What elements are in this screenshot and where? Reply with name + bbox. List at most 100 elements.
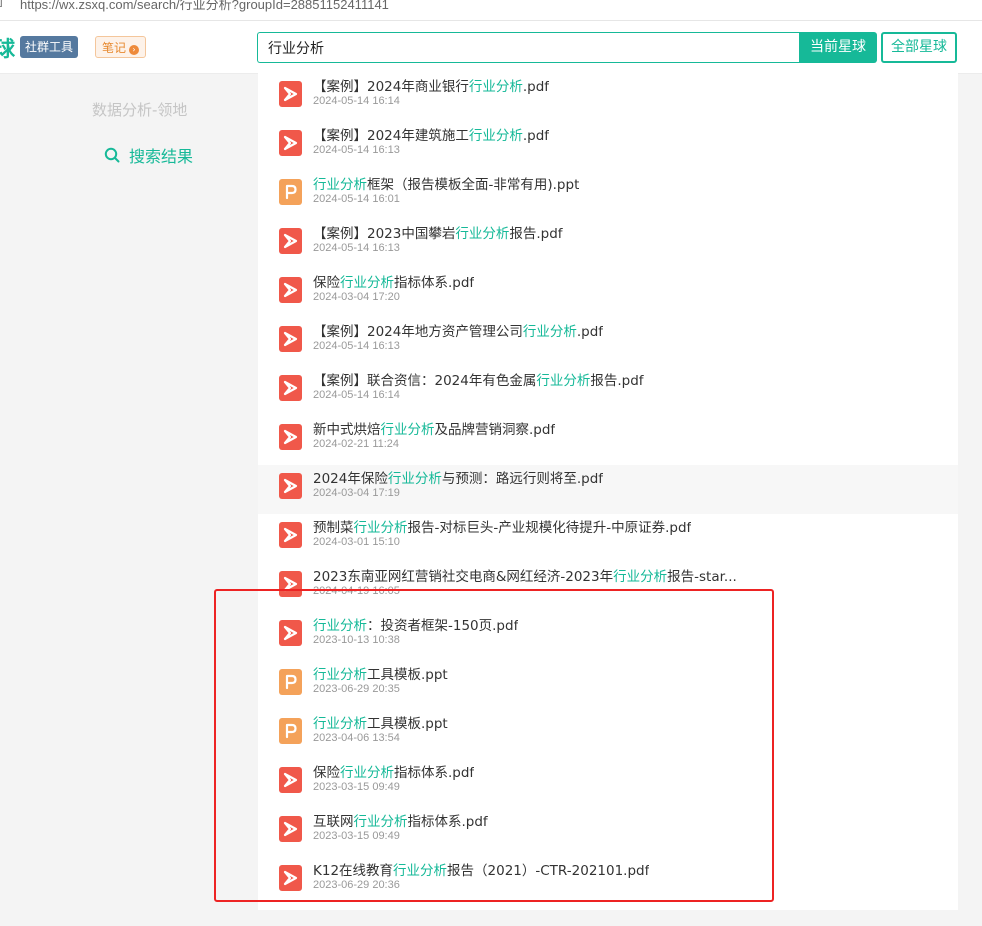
search-all-groups-button[interactable]: 全部星球 bbox=[881, 32, 957, 63]
title-suffix: 工具模板.ppt bbox=[367, 667, 448, 683]
file-date: 2023-03-15 09:49 bbox=[313, 781, 400, 793]
file-date: 2024-05-14 16:13 bbox=[313, 242, 400, 254]
list-item[interactable]: K12在线教育行业分析报告（2021）-CTR-202101.pdf 2023-0… bbox=[258, 857, 958, 906]
list-item[interactable]: 行业分析工具模板.ppt 2023-04-06 13:54 bbox=[258, 710, 958, 759]
keyword-highlight: 行业分析 bbox=[522, 324, 577, 340]
file-date: 2024-03-04 17:20 bbox=[313, 291, 400, 303]
file-date: 2023-03-15 09:49 bbox=[313, 830, 400, 842]
file-title[interactable]: 新中式烘焙行业分析及品牌营销洞察.pdf bbox=[313, 418, 555, 438]
list-item[interactable]: 预制菜行业分析报告-对标巨头-产业规模化待提升-中原证券.pdf 2024-03-… bbox=[258, 514, 958, 563]
keyword-highlight: 行业分析 bbox=[313, 618, 367, 634]
keyword-highlight: 行业分析 bbox=[455, 226, 510, 242]
pdf-file-icon bbox=[279, 571, 302, 597]
list-item[interactable]: 行业分析工具模板.ppt 2023-06-29 20:35 bbox=[258, 661, 958, 710]
list-item[interactable]: 2023东南亚网红营销社交电商&网红经济-2023年行业分析报告-star...… bbox=[258, 563, 958, 612]
list-item[interactable]: 【案例】2024年商业银行行业分析.pdf 2024-05-14 16:14 bbox=[258, 73, 958, 122]
file-date: 2024-04-19 16:05 bbox=[313, 585, 400, 597]
file-date: 2024-05-14 16:13 bbox=[313, 144, 400, 156]
file-title[interactable]: 【案例】2023中国攀岩行业分析报告.pdf bbox=[313, 222, 563, 242]
file-date: 2023-10-13 10:38 bbox=[313, 634, 400, 646]
file-date: 2024-02-21 11:24 bbox=[313, 438, 400, 450]
sidebar-group-name[interactable]: 数据分析-领地 bbox=[92, 99, 187, 120]
list-item[interactable]: 行业分析框架（报告模板全面-非常有用).ppt 2024-05-14 16:01 bbox=[258, 171, 958, 220]
list-item[interactable]: 【案例】2024年建筑施工行业分析.pdf 2024-05-14 16:13 bbox=[258, 122, 958, 171]
title-suffix: 与预测：路远行则将至.pdf bbox=[441, 471, 604, 487]
title-prefix: 【案例】2024年建筑施工 bbox=[313, 128, 469, 144]
search-box bbox=[257, 32, 799, 63]
keyword-highlight: 行业分析 bbox=[340, 765, 394, 781]
file-title[interactable]: 行业分析：投资者框架-150页.pdf bbox=[313, 614, 518, 634]
title-prefix: 保险 bbox=[313, 765, 340, 781]
ppt-file-icon bbox=[279, 718, 302, 744]
file-title[interactable]: 保险行业分析指标体系.pdf bbox=[313, 761, 474, 781]
sidebar-item-search-results[interactable]: 搜索结果 bbox=[104, 143, 193, 167]
pdf-file-icon bbox=[279, 620, 302, 646]
list-item[interactable]: 保险行业分析指标体系.pdf 2024-03-04 17:20 bbox=[258, 269, 958, 318]
pdf-file-icon bbox=[279, 816, 302, 842]
search-current-group-button[interactable]: 当前星球 bbox=[799, 32, 877, 63]
ppt-file-icon bbox=[279, 669, 302, 695]
pdf-file-icon bbox=[279, 767, 302, 793]
title-prefix: 保险 bbox=[313, 275, 340, 291]
title-prefix: 2024年保险 bbox=[313, 471, 388, 487]
chevron-right-icon: › bbox=[129, 45, 140, 55]
list-item[interactable]: 互联网行业分析指标体系.pdf 2023-03-15 09:49 bbox=[258, 808, 958, 857]
file-title[interactable]: 【案例】2024年建筑施工行业分析.pdf bbox=[313, 124, 549, 144]
title-suffix: 报告-对标巨头-产业规模化待提升-中原证券.pdf bbox=[407, 520, 692, 536]
file-title[interactable]: K12在线教育行业分析报告（2021）-CTR-202101.pdf bbox=[313, 859, 649, 879]
file-date: 2024-05-14 16:01 bbox=[313, 193, 400, 205]
list-item[interactable]: 2024年保险行业分析与预测：路远行则将至.pdf 2024-03-04 17:1… bbox=[258, 465, 958, 514]
list-item[interactable]: 【案例】联合资信：2024年有色金属行业分析报告.pdf 2024-05-14 1… bbox=[258, 367, 958, 416]
keyword-highlight: 行业分析 bbox=[387, 471, 442, 487]
title-prefix: 【案例】2024年商业银行 bbox=[313, 79, 469, 95]
title-suffix: 及品牌营销洞察.pdf bbox=[434, 422, 556, 438]
file-title[interactable]: 2023东南亚网红营销社交电商&网红经济-2023年行业分析报告-star... bbox=[313, 565, 737, 585]
file-date: 2023-06-29 20:35 bbox=[313, 683, 400, 695]
file-date: 2023-04-06 13:54 bbox=[313, 732, 400, 744]
keyword-highlight: 行业分析 bbox=[353, 520, 408, 536]
keyword-highlight: 行业分析 bbox=[313, 667, 367, 683]
browser-address-bar[interactable]: ] https://wx.zsxq.com/search/行业分析?groupI… bbox=[0, 0, 982, 21]
file-date: 2024-03-01 15:10 bbox=[313, 536, 400, 548]
title-prefix: 预制菜 bbox=[313, 520, 354, 536]
pdf-file-icon bbox=[279, 865, 302, 891]
search-icon bbox=[104, 147, 120, 163]
file-date: 2024-03-04 17:19 bbox=[313, 487, 400, 499]
list-item[interactable]: 【案例】2023中国攀岩行业分析报告.pdf 2024-05-14 16:13 bbox=[258, 220, 958, 269]
file-title[interactable]: 保险行业分析指标体系.pdf bbox=[313, 271, 474, 291]
title-suffix: ：投资者框架-150页.pdf bbox=[367, 618, 519, 634]
address-url[interactable]: https://wx.zsxq.com/search/行业分析?groupId=… bbox=[20, 0, 389, 13]
title-suffix: .pdf bbox=[522, 79, 550, 95]
list-item[interactable]: 保险行业分析指标体系.pdf 2023-03-15 09:49 bbox=[258, 759, 958, 808]
file-title[interactable]: 【案例】2024年地方资产管理公司行业分析.pdf bbox=[313, 320, 603, 340]
title-suffix: 指标体系.pdf bbox=[394, 275, 475, 291]
logo-text[interactable]: 球 bbox=[0, 33, 15, 63]
file-title[interactable]: 2024年保险行业分析与预测：路远行则将至.pdf bbox=[313, 467, 603, 487]
file-title[interactable]: 预制菜行业分析报告-对标巨头-产业规模化待提升-中原证券.pdf bbox=[313, 516, 691, 536]
keyword-highlight: 行业分析 bbox=[536, 373, 591, 389]
notes-tag[interactable]: 笔记 › bbox=[95, 36, 147, 58]
keyword-highlight: 行业分析 bbox=[313, 716, 367, 732]
title-suffix: 报告（2021）-CTR-202101.pdf bbox=[447, 863, 650, 879]
keyword-highlight: 行业分析 bbox=[468, 79, 523, 95]
pdf-file-icon bbox=[279, 326, 302, 352]
file-title[interactable]: 行业分析框架（报告模板全面-非常有用).ppt bbox=[313, 173, 579, 193]
community-tools-tag[interactable]: 社群工具 bbox=[20, 36, 79, 58]
list-item[interactable]: 新中式烘焙行业分析及品牌营销洞察.pdf 2024-02-21 11:24 bbox=[258, 416, 958, 465]
search-input[interactable] bbox=[258, 33, 788, 62]
title-prefix: 互联网 bbox=[313, 814, 354, 830]
keyword-highlight: 行业分析 bbox=[613, 569, 668, 585]
file-date: 2024-05-14 16:14 bbox=[313, 95, 400, 107]
file-title[interactable]: 【案例】2024年商业银行行业分析.pdf bbox=[313, 75, 549, 95]
file-title[interactable]: 互联网行业分析指标体系.pdf bbox=[313, 810, 488, 830]
pdf-file-icon bbox=[279, 473, 302, 499]
file-title[interactable]: 行业分析工具模板.ppt bbox=[313, 663, 448, 683]
search-results-list: 【案例】2024年商业银行行业分析.pdf 2024-05-14 16:14 【案例… bbox=[258, 73, 958, 910]
keyword-highlight: 行业分析 bbox=[393, 863, 448, 879]
file-title[interactable]: 【案例】联合资信：2024年有色金属行业分析报告.pdf bbox=[313, 369, 644, 389]
file-title[interactable]: 行业分析工具模板.ppt bbox=[313, 712, 448, 732]
keyword-highlight: 行业分析 bbox=[468, 128, 523, 144]
list-item[interactable]: 【案例】2024年地方资产管理公司行业分析.pdf 2024-05-14 16:1… bbox=[258, 318, 958, 367]
list-item[interactable]: 行业分析：投资者框架-150页.pdf 2023-10-13 10:38 bbox=[258, 612, 958, 661]
title-suffix: 报告-star... bbox=[667, 569, 737, 585]
